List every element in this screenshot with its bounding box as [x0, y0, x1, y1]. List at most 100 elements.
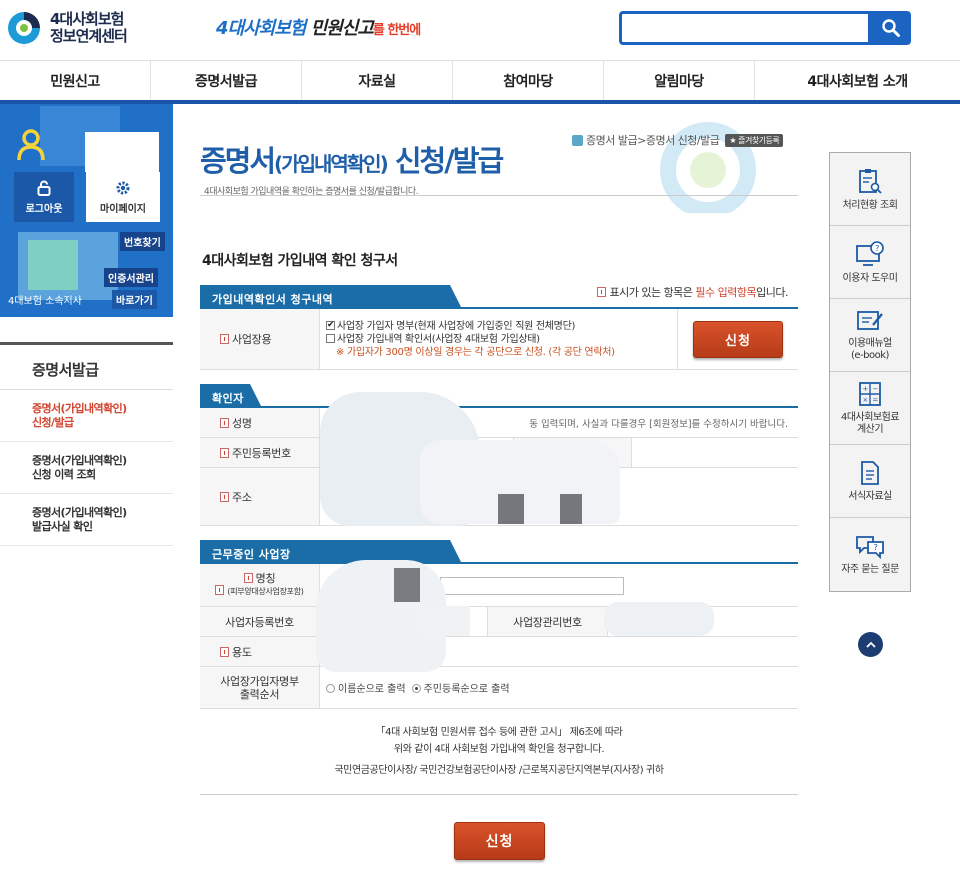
- side-nav-title: 증명서발급: [0, 342, 173, 390]
- divider: [200, 195, 798, 196]
- redacted-area: [604, 602, 714, 636]
- use-label: 용도: [200, 637, 320, 666]
- declaration-recipient: 국민연금공단이사장/ 국민건강보험공단이사장 /근로복지공단지역본부(지사장) …: [334, 765, 664, 776]
- side-nav: 증명서발급 증명서(가입내역확인) 신청/발급 증명서(가입내역확인) 신청 이…: [0, 342, 173, 546]
- search-icon: [882, 19, 900, 37]
- svg-text:?: ?: [874, 543, 878, 552]
- side-nav-item-verify[interactable]: 증명서(가입내역확인) 발급사실 확인: [0, 494, 173, 546]
- checkbox-checked[interactable]: [326, 319, 335, 332]
- gnb-item-certificate[interactable]: 증명서발급: [151, 61, 302, 100]
- clipboard-search-icon: [859, 168, 882, 194]
- user-panel: 로그아웃 마이페이지 번호찾기 인증서관리 4대보험 소속지사 바로가기: [0, 104, 173, 317]
- cert-manage-link[interactable]: 인증서관리: [104, 268, 158, 287]
- required-mark-icon: [220, 447, 229, 458]
- ebook-icon: [857, 310, 883, 330]
- chevron-up-icon: [865, 641, 876, 648]
- quick-item-status[interactable]: 처리현황 조회: [830, 153, 910, 226]
- background-decoration: [620, 108, 770, 218]
- apply-button[interactable]: 신청: [693, 320, 783, 358]
- redacted-area: [85, 132, 159, 172]
- option-confirm-cert[interactable]: 사업장 가입내역 확인서(사업장 4대보험 가입상태): [326, 333, 615, 346]
- side-nav-item-history[interactable]: 증명서(가입내역확인) 신청 이력 조회: [0, 442, 173, 494]
- calculator-icon: + − × =: [859, 381, 881, 406]
- submit-button[interactable]: 신청: [454, 822, 545, 860]
- branch-label: 4대보험 소속지사: [8, 296, 82, 307]
- site-logo[interactable]: 4대사회보험 정보연계센터: [6, 10, 128, 46]
- logout-button[interactable]: 로그아웃: [14, 172, 74, 222]
- find-number-link[interactable]: 번호찾기: [120, 232, 165, 251]
- speech-bubble-icon: ?: [856, 536, 884, 559]
- quick-item-manual[interactable]: 이용매뉴얼 (e-book): [830, 299, 910, 372]
- breadcrumb-separator: >: [637, 133, 646, 147]
- required-mark-icon: [220, 417, 229, 428]
- gnb-item-library[interactable]: 자료실: [302, 61, 453, 100]
- favorite-button[interactable]: ★ 즐겨찾기등록: [725, 133, 784, 147]
- request-table: 사업장용 사업장 가입자 명부(현재 사업장에 가입중인 직원 전체명단) 사업…: [200, 309, 798, 370]
- gear-icon: [116, 181, 130, 194]
- table-row: 사업장용 사업장 가입자 명부(현재 사업장에 가입중인 직원 전체명단) 사업…: [200, 309, 798, 370]
- side-nav-item-apply[interactable]: 증명서(가입내역확인) 신청/발급: [0, 390, 173, 442]
- phone-value: [632, 438, 798, 467]
- breadcrumb-item[interactable]: 증명서 발급: [586, 132, 638, 148]
- order-label: 사업장가입자명부 출력순서: [200, 667, 320, 708]
- quick-item-helper[interactable]: ? 이용자 도우미: [830, 226, 910, 299]
- monitor-help-icon: ?: [856, 240, 884, 266]
- workplace-name-input[interactable]: [440, 577, 624, 595]
- order-option-name[interactable]: 이름순으로 출력: [326, 680, 406, 695]
- redacted-area: [560, 494, 582, 524]
- address-label: 주소: [200, 468, 320, 525]
- logo-mark-icon: [6, 10, 42, 46]
- scroll-top-button[interactable]: [858, 632, 883, 657]
- name-auto-note: 동 입력되며, 사실과 다를경우 [회원정보]를 수정하시기 바랍니다.: [529, 418, 788, 430]
- gnb-item-participation[interactable]: 참여마당: [453, 61, 604, 100]
- required-mark-icon: [243, 573, 253, 583]
- gnb-item-about[interactable]: 4대사회보험 소개: [755, 61, 960, 100]
- bizno-label: 사업자등록번호: [200, 607, 320, 636]
- branch-goto-link[interactable]: 바로가기: [112, 290, 157, 309]
- quick-menu: 처리현황 조회 ? 이용자 도우미 이용매뉴얼 (e-book) + − × =…: [829, 152, 911, 592]
- user-icon: [16, 128, 46, 165]
- page-title: 증명서(가입내역확인) 신청/발급: [200, 144, 504, 178]
- workplace-name-label: 명칭 (피부양대상사업장포함): [200, 564, 320, 606]
- radio[interactable]: [326, 684, 335, 693]
- svg-text:?: ?: [875, 244, 879, 253]
- mypage-button[interactable]: 마이페이지: [86, 172, 160, 222]
- slogan: 4대사회보험 민원신고를 한번에: [216, 18, 421, 39]
- svg-text:=: =: [872, 396, 878, 404]
- table-row: 성명 동 입력되며, 사실과 다를경우 [회원정보]를 수정하시기 바랍니다.: [200, 408, 798, 438]
- logo-line1: 4대사회보험: [50, 10, 124, 28]
- order-option-rrn[interactable]: 주민등록순으로 출력: [411, 680, 510, 695]
- breadcrumb: 증명서 발급 > 증명서 신청/발급 ★ 즐겨찾기등록: [572, 132, 784, 148]
- header: 4대사회보험 정보연계센터 4대사회보험 민원신고를 한번에: [0, 0, 960, 60]
- purpose-options: 사업장 가입자 명부(현재 사업장에 가입중인 직원 전체명단) 사업장 가입내…: [320, 309, 678, 369]
- form-title: 4대사회보험 가입내역 확인 청구서: [202, 253, 398, 269]
- gnb-item-notice[interactable]: 알림마당: [604, 61, 755, 100]
- quick-item-forms[interactable]: 서식자료실: [830, 445, 910, 518]
- limit-note: ※ 가입자가 300명 이상일 경우는 각 공단으로 신청. (각 공단 연락처…: [336, 346, 615, 358]
- section-tab-confirmer: 확인자: [200, 384, 262, 408]
- logo-line2: 정보연계센터: [50, 27, 128, 45]
- redacted-area: [28, 240, 78, 290]
- search-input[interactable]: [622, 14, 868, 42]
- checkbox[interactable]: [326, 333, 335, 343]
- quick-item-faq[interactable]: ? 자주 묻는 질문: [830, 518, 910, 591]
- redacted-area: [498, 494, 524, 524]
- quick-item-calculator[interactable]: + − × = 4대사회보험료 계산기: [830, 372, 910, 445]
- search-button[interactable]: [871, 11, 911, 45]
- svg-text:×: ×: [862, 396, 867, 404]
- radio-selected[interactable]: [411, 684, 421, 693]
- gnb-item-complaint[interactable]: 민원신고: [0, 61, 151, 100]
- section-tab-request: 가입내역확인서 청구내역: [200, 285, 462, 309]
- table-row: 사업장가입자명부 출력순서 이름순으로 출력 주민등록순으로 출력: [200, 667, 798, 709]
- required-mark-icon: [597, 287, 607, 297]
- divider: [200, 794, 798, 795]
- breadcrumb-current: 증명서 신청/발급: [645, 134, 720, 147]
- required-note: 표시가 있는 항목은 필수 입력항목입니다.: [597, 284, 788, 300]
- document-icon: [861, 460, 879, 485]
- redacted-area: [420, 606, 470, 636]
- svg-text:−: −: [872, 385, 878, 393]
- home-icon[interactable]: [572, 134, 583, 146]
- global-nav: 민원신고 증명서발급 자료실 참여마당 알림마당 4대사회보험 소개: [0, 60, 960, 104]
- option-member-list[interactable]: 사업장 가입자 명부(현재 사업장에 가입중인 직원 전체명단): [326, 319, 615, 333]
- table-row: 용도: [200, 637, 798, 667]
